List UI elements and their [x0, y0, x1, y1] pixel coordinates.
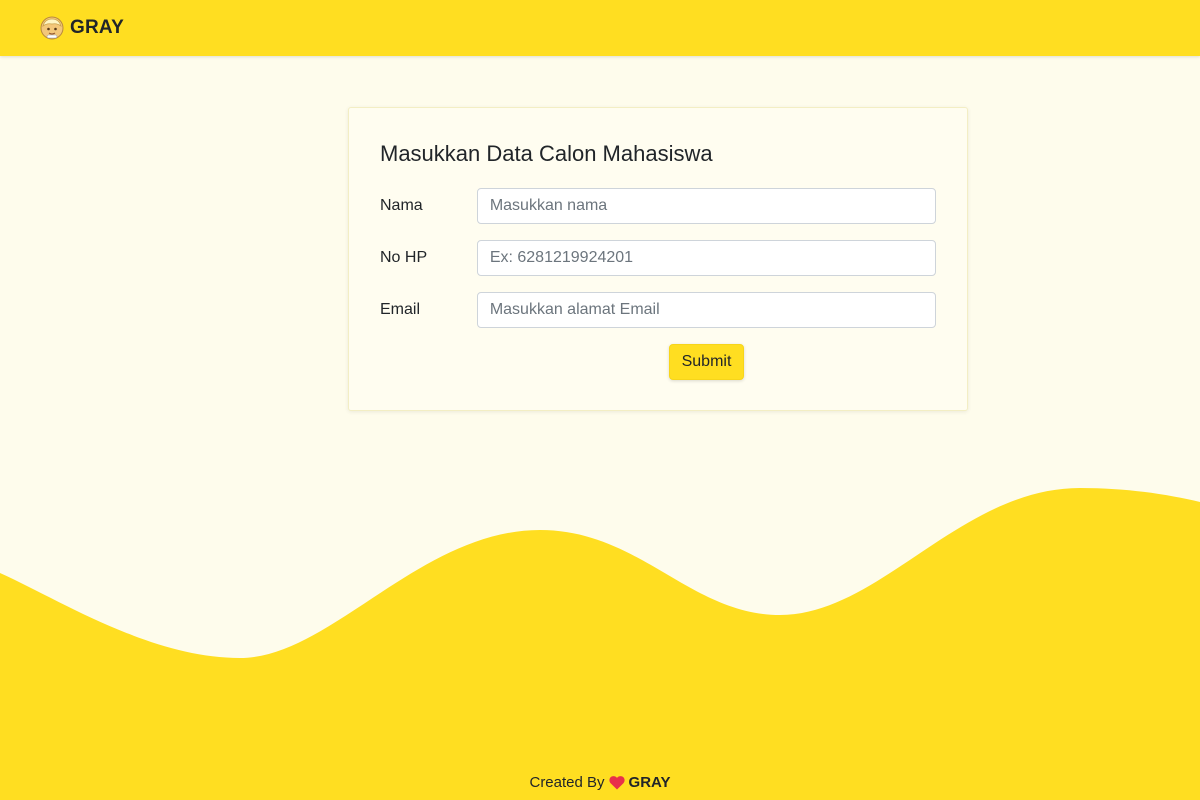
form-row-no-hp: No HP [380, 240, 936, 276]
avatar-logo-icon [40, 16, 64, 40]
navbar: GRAY [0, 0, 1200, 56]
no-hp-label: No HP [380, 249, 428, 266]
registration-form-card: Masukkan Data Calon Mahasiswa Nama No HP… [348, 107, 968, 411]
form-row-email: Email [380, 292, 936, 328]
submit-row: Submit [380, 344, 936, 380]
brand-link[interactable]: GRAY [40, 16, 124, 40]
wave-background [0, 488, 1200, 800]
email-label: Email [380, 301, 421, 318]
brand-text: GRAY [70, 17, 124, 38]
form-title: Masukkan Data Calon Mahasiswa [380, 141, 713, 166]
submit-button[interactable]: Submit [668, 344, 745, 380]
heart-icon [608, 775, 625, 789]
footer: Created By GRAY [0, 770, 1200, 794]
footer-brand: GRAY [628, 773, 671, 791]
form-row-nama: Nama [380, 188, 936, 224]
footer-prefix: Created By [529, 773, 605, 791]
nama-input[interactable] [476, 188, 936, 224]
no-hp-input[interactable] [476, 240, 936, 276]
nama-label: Nama [380, 197, 423, 214]
email-input[interactable] [476, 292, 936, 328]
